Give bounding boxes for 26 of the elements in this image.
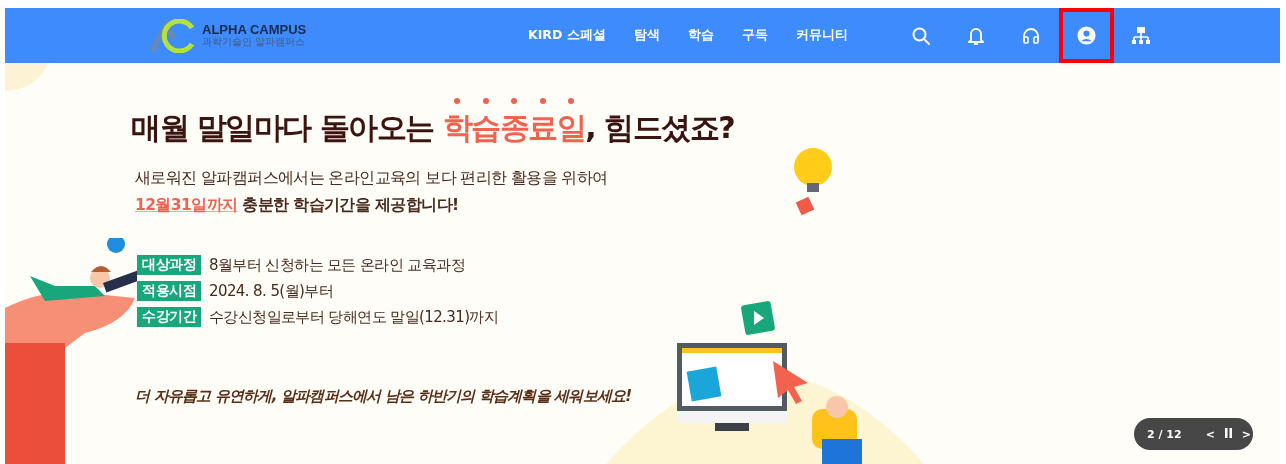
nav-link[interactable]: 탐색 — [633, 27, 660, 44]
pause-icon[interactable] — [1224, 427, 1232, 438]
closing-text: 더 자유롭고 유연하게, 알파캠퍼스에서 남은 하반기의 학습계획을 세워보세요! — [135, 387, 633, 406]
detail-text: 수강신청일로부터 당해연도 말일(12.31)까지 — [209, 307, 499, 327]
bell-icon[interactable] — [968, 25, 985, 46]
sitemap-icon[interactable] — [1132, 25, 1151, 46]
headline: 매월 말일마다 돌아오는 학습종료일, 힘드셨죠? — [131, 94, 1280, 149]
detail-text: 8월부터 신청하는 모든 온라인 교육과정 — [209, 255, 466, 275]
intro-text: 새로워진 알파캠퍼스에서는 온라인교육의 보다 편리한 활용을 위하여 — [135, 168, 609, 189]
intro-text: 12월31일까지 충분한 학습기간을 제공합니다! — [135, 195, 460, 216]
category-tag: 수강기간 — [137, 307, 201, 327]
category-tag: 적용시점 — [137, 281, 201, 301]
category-tag: 대상과정 — [137, 255, 201, 275]
nav-link[interactable]: 학습 — [687, 27, 714, 44]
previous-button[interactable]: < — [1203, 427, 1217, 441]
headphones-icon[interactable] — [1022, 27, 1041, 44]
nav-link[interactable]: 구독 — [741, 27, 768, 44]
next-button[interactable]: > — [1239, 427, 1254, 441]
nav-link[interactable]: KIRD 스페셜 — [528, 27, 606, 44]
nav-link[interactable]: 커뮤니티 — [795, 27, 848, 44]
search-icon[interactable] — [912, 26, 931, 45]
user-icon[interactable] — [1076, 26, 1096, 45]
logo-title: ALPHA CAMPUS — [202, 23, 307, 36]
logo-subtitle: 과학기술인 알파캠퍼스 — [202, 36, 307, 48]
detail-text: 2024. 8. 5(월)부터 — [209, 281, 334, 301]
slide-counter: 2 / 12 — [1147, 427, 1182, 441]
